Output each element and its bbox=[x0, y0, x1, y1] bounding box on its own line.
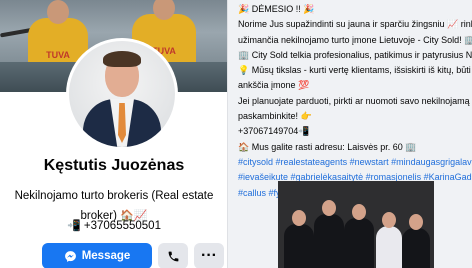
post-line: Jei planuojate parduoti, pirkti ar nuomo… bbox=[238, 95, 472, 106]
phone-arrow-icon: 📲 bbox=[67, 219, 81, 232]
message-label: Message bbox=[81, 250, 131, 262]
avatar[interactable] bbox=[66, 38, 178, 150]
post: 🎉 DĖMESIO !! 🎉 Norime Jus supažindinti s… bbox=[230, 0, 472, 268]
more-options-button[interactable]: ··· bbox=[194, 243, 224, 268]
messenger-icon bbox=[64, 250, 76, 262]
post-photo[interactable] bbox=[278, 181, 434, 268]
profile-actions: Message ··· bbox=[42, 243, 224, 268]
post-text: 🎉 DĖMESIO !! 🎉 Norime Jus supažindinti s… bbox=[238, 2, 472, 201]
hashtag-line[interactable]: #citysold #realestateagents #newstart #m… bbox=[238, 155, 472, 170]
message-button[interactable]: Message bbox=[42, 243, 152, 268]
post-line: +37067149704📲 bbox=[238, 126, 310, 137]
post-line: paskambinkite! 👉 bbox=[238, 111, 312, 122]
profile-phone: 📲 +37065550501 bbox=[0, 219, 227, 232]
post-line: užimančia nekilnojamo turto įmone Lietuv… bbox=[238, 34, 472, 45]
call-button[interactable] bbox=[158, 243, 188, 268]
post-line: 💡 Mūsų tikslas - kurti vertę klientams, … bbox=[238, 65, 472, 76]
more-icon: ··· bbox=[201, 247, 217, 264]
post-line: 🏠 Mus galite rasti adresu: Laisvės pr. 6… bbox=[238, 141, 417, 152]
phone-icon bbox=[168, 251, 178, 261]
phone-number: +37065550501 bbox=[83, 220, 161, 232]
post-line: ankščia įmone 💯 bbox=[238, 80, 310, 91]
profile-picture bbox=[69, 41, 175, 147]
post-line: 🎉 DĖMESIO !! 🎉 bbox=[238, 4, 315, 14]
post-line: Norime Jus supažindinti su jauna ir spar… bbox=[238, 19, 472, 30]
bio-line-1: Nekilnojamo turto brokeris (Real estate bbox=[14, 190, 214, 202]
post-line: 🏢 City Sold telkia profesionalius, patik… bbox=[238, 49, 472, 60]
profile-name[interactable]: Kęstutis Juozėnas bbox=[0, 157, 227, 175]
profile-card: TUVA TUVA Kęstutis Juozėnas Nekilnojamo … bbox=[0, 0, 228, 268]
